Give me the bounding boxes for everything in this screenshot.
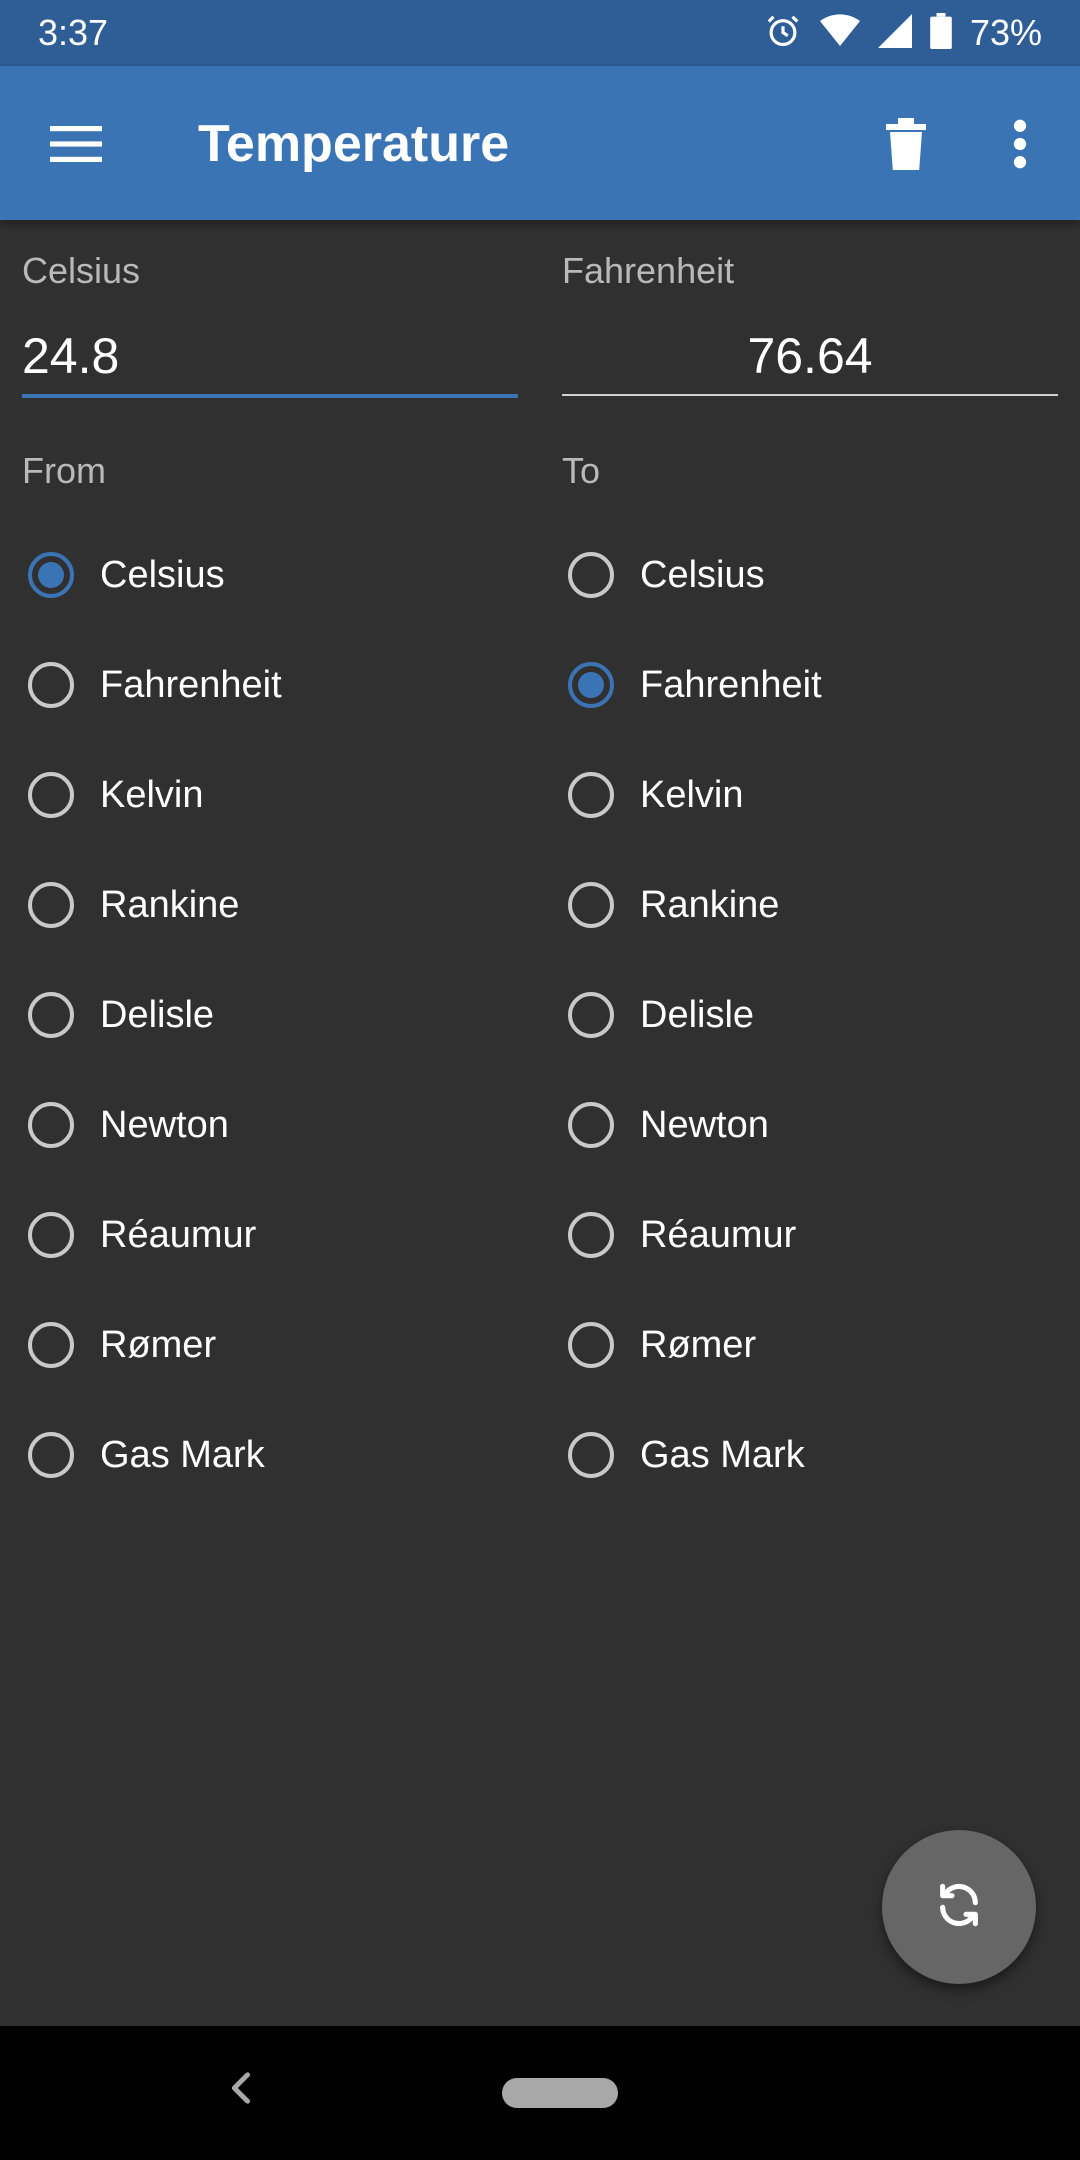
more-vert-icon <box>1013 119 1027 174</box>
radio-button[interactable] <box>28 1212 74 1258</box>
to-option-gas-mark[interactable]: Gas Mark <box>562 1400 1062 1510</box>
menu-button[interactable] <box>36 106 116 186</box>
option-label: Rømer <box>640 1323 757 1366</box>
radio-button[interactable] <box>568 1212 614 1258</box>
wifi-icon <box>819 13 860 54</box>
to-radio-group: Celsius Fahrenheit Kelvin Rankine Delisl… <box>562 520 1062 1510</box>
signal-icon <box>877 13 912 53</box>
radio-button[interactable] <box>28 1102 74 1148</box>
to-option-delisle[interactable]: Delisle <box>562 960 1062 1070</box>
battery-percent: 73% <box>969 12 1042 53</box>
option-label: Fahrenheit <box>100 663 282 706</box>
system-nav-bar <box>0 2026 1080 2160</box>
to-option-fahrenheit[interactable]: Fahrenheit <box>562 630 1062 740</box>
to-option-rankine[interactable]: Rankine <box>562 850 1062 960</box>
option-label: Rankine <box>640 883 780 926</box>
swap-refresh-icon <box>931 1877 987 1938</box>
option-label: Newton <box>100 1103 229 1146</box>
status-bar: 3:37 73% <box>0 0 1080 66</box>
nav-back-button[interactable] <box>210 2060 270 2120</box>
option-label: Celsius <box>100 553 225 596</box>
nav-home-pill[interactable] <box>502 2078 618 2108</box>
option-label: Gas Mark <box>640 1433 805 1476</box>
from-option-gas-mark[interactable]: Gas Mark <box>22 1400 522 1510</box>
radio-button[interactable] <box>28 992 74 1038</box>
more-options-button[interactable] <box>980 106 1060 186</box>
page-title: Temperature <box>198 115 510 173</box>
delete-icon <box>886 117 926 175</box>
option-label: Delisle <box>100 993 215 1036</box>
radio-button[interactable] <box>568 1322 614 1368</box>
from-radio-group: Celsius Fahrenheit Kelvin Rankine Delisl… <box>22 520 522 1510</box>
option-label: Kelvin <box>100 773 204 816</box>
radio-button[interactable] <box>28 1322 74 1368</box>
delete-button[interactable] <box>866 106 946 186</box>
option-label: Newton <box>640 1103 769 1146</box>
option-label: Celsius <box>640 553 765 596</box>
to-value-input[interactable] <box>562 318 1058 394</box>
option-label: Kelvin <box>640 773 744 816</box>
radio-button[interactable] <box>568 772 614 818</box>
radio-button[interactable] <box>28 1432 74 1478</box>
from-value-input[interactable] <box>22 318 518 394</box>
from-option-celsius[interactable]: Celsius <box>22 520 522 630</box>
option-label: Rankine <box>100 883 240 926</box>
battery-icon <box>930 12 952 54</box>
to-field-label: Fahrenheit <box>562 250 735 291</box>
from-option-newton[interactable]: Newton <box>22 1070 522 1180</box>
status-icons: 73% <box>764 10 1042 56</box>
option-label: Delisle <box>640 993 755 1036</box>
radio-button[interactable] <box>28 772 74 818</box>
radio-button[interactable] <box>568 882 614 928</box>
to-option-kelvin[interactable]: Kelvin <box>562 740 1062 850</box>
from-option-rankine[interactable]: Rankine <box>22 850 522 960</box>
from-input-underline <box>22 394 518 398</box>
to-input-underline <box>562 394 1058 396</box>
from-option-reaumur[interactable]: Réaumur <box>22 1180 522 1290</box>
menu-icon <box>50 125 102 167</box>
app-bar: Temperature <box>0 66 1080 220</box>
to-group-label: To <box>562 450 601 491</box>
radio-button[interactable] <box>568 552 614 598</box>
option-label: Réaumur <box>640 1213 797 1256</box>
radio-button[interactable] <box>28 662 74 708</box>
swap-units-button[interactable] <box>882 1830 1036 1984</box>
option-label: Réaumur <box>100 1213 257 1256</box>
back-chevron-icon <box>228 2071 252 2110</box>
from-option-fahrenheit[interactable]: Fahrenheit <box>22 630 522 740</box>
option-label: Rømer <box>100 1323 217 1366</box>
radio-button[interactable] <box>568 992 614 1038</box>
radio-button-checked[interactable] <box>28 552 74 598</box>
option-label: Gas Mark <box>100 1433 265 1476</box>
from-option-kelvin[interactable]: Kelvin <box>22 740 522 850</box>
radio-button[interactable] <box>568 1102 614 1148</box>
radio-button[interactable] <box>28 882 74 928</box>
radio-button-checked[interactable] <box>568 662 614 708</box>
from-field-label: Celsius <box>22 250 141 291</box>
from-option-delisle[interactable]: Delisle <box>22 960 522 1070</box>
status-time: 3:37 <box>38 12 109 53</box>
to-option-newton[interactable]: Newton <box>562 1070 1062 1180</box>
option-label: Fahrenheit <box>640 663 822 706</box>
to-option-celsius[interactable]: Celsius <box>562 520 1062 630</box>
to-option-reaumur[interactable]: Réaumur <box>562 1180 1062 1290</box>
alarm-icon <box>764 12 802 55</box>
to-option-romer[interactable]: Rømer <box>562 1290 1062 1400</box>
from-group-label: From <box>22 450 106 491</box>
from-option-romer[interactable]: Rømer <box>22 1290 522 1400</box>
radio-button[interactable] <box>568 1432 614 1478</box>
